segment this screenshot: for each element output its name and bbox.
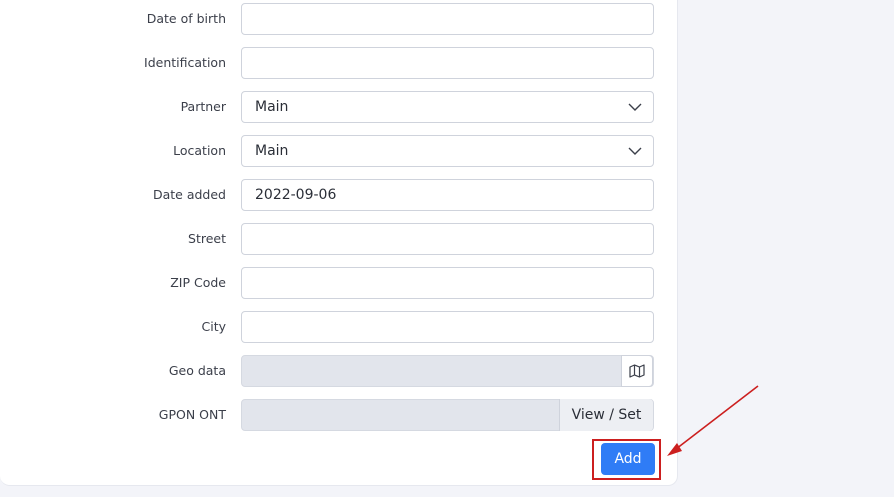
date-of-birth-input[interactable] [241, 3, 654, 35]
row-city: City [0, 311, 678, 343]
map-icon [629, 364, 645, 378]
identification-input[interactable] [241, 47, 654, 79]
street-input[interactable] [241, 223, 654, 255]
gpon-ont-label: GPON ONT [158, 407, 226, 422]
chevron-down-icon [628, 103, 642, 111]
partner-select[interactable]: Main [241, 91, 654, 123]
street-label: Street [188, 231, 226, 246]
gpon-view-set-button[interactable]: View / Set [559, 399, 653, 431]
city-label: City [201, 319, 227, 334]
row-location: Location Main [0, 135, 678, 167]
row-gpon-ont: GPON ONT View / Set [0, 399, 678, 431]
geo-data-input [241, 355, 654, 387]
partner-selected-value: Main [255, 99, 289, 115]
date-of-birth-label: Date of birth [146, 11, 226, 26]
row-date-added: Date added 2022-09-06 [0, 179, 678, 211]
geo-map-button[interactable] [621, 355, 653, 387]
identification-label: Identification [144, 55, 226, 70]
chevron-down-icon [628, 147, 642, 155]
location-label: Location [173, 143, 226, 158]
row-date-of-birth: Date of birth [0, 3, 678, 35]
city-input[interactable] [241, 311, 654, 343]
partner-label: Partner [180, 99, 226, 114]
add-button[interactable]: Add [601, 443, 655, 475]
row-zip-code: ZIP Code [0, 267, 678, 299]
row-partner: Partner Main [0, 91, 678, 123]
location-select[interactable]: Main [241, 135, 654, 167]
row-street: Street [0, 223, 678, 255]
geo-data-label: Geo data [168, 363, 226, 378]
date-added-label: Date added [152, 187, 226, 202]
location-selected-value: Main [255, 143, 289, 159]
row-identification: Identification [0, 47, 678, 79]
zip-code-input[interactable] [241, 267, 654, 299]
date-added-input[interactable]: 2022-09-06 [241, 179, 654, 211]
gpon-ont-input: View / Set [241, 399, 654, 431]
row-geo-data: Geo data [0, 355, 678, 387]
zip-code-label: ZIP Code [170, 275, 226, 290]
